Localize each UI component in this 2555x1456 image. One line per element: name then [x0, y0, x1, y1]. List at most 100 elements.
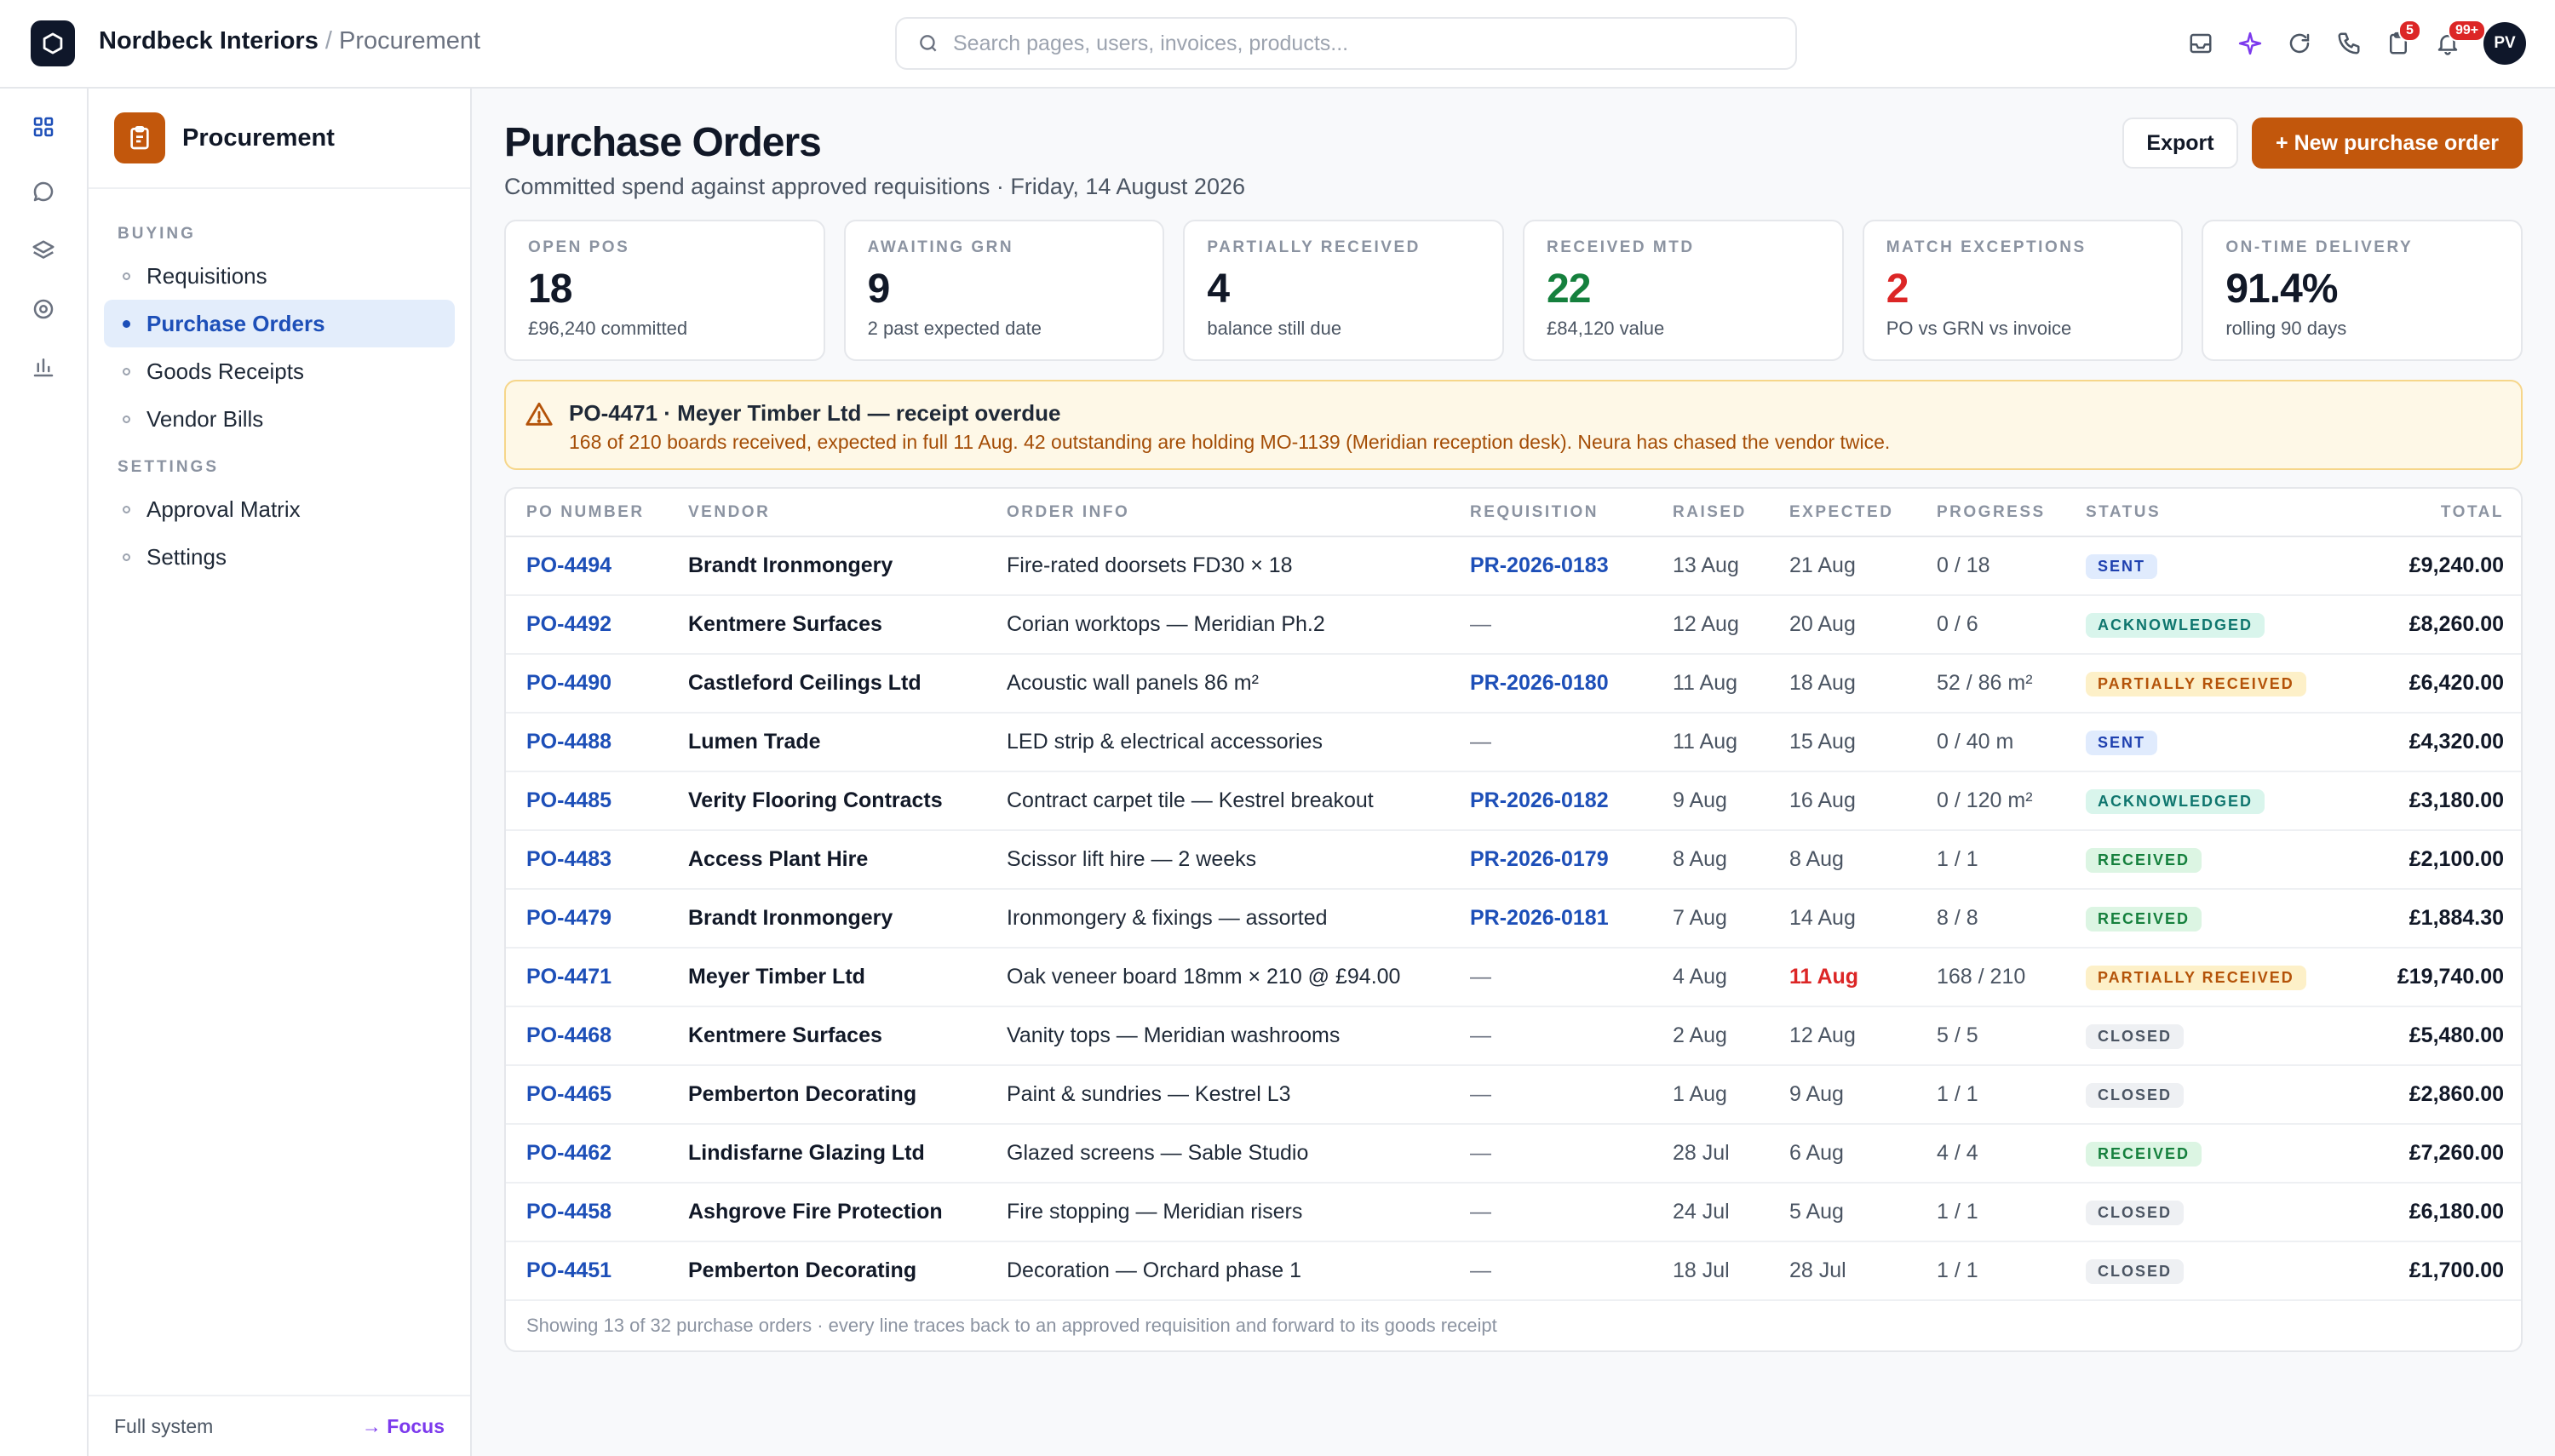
rail-target-icon[interactable] — [26, 291, 61, 327]
vendor-name[interactable]: Pemberton Decorating — [688, 1082, 916, 1106]
app-root: Nordbeck Interiors / Procurement 5 — [0, 0, 2555, 1456]
total-amount: £5,480.00 — [2409, 1023, 2504, 1047]
column-header-vendor[interactable]: VENDOR — [688, 489, 1007, 537]
status-badge: SENT — [2086, 554, 2158, 579]
app-logo[interactable] — [31, 20, 75, 66]
clipboard-icon[interactable]: 5 — [2385, 20, 2421, 57]
table-row[interactable]: PO-4490 Castleford Ceilings Ltd Acoustic w… — [506, 654, 2521, 714]
table-row[interactable]: PO-4483 Access Plant Hire Scissor lift hir… — [506, 830, 2521, 890]
column-header-order-info[interactable]: ORDER INFO — [1007, 489, 1470, 537]
progress-value: 8 / 8 — [1937, 906, 1978, 930]
vendor-name[interactable]: Verity Flooring Contracts — [688, 788, 943, 812]
table-row[interactable]: PO-4488 Lumen Trade LED strip & electrical… — [506, 713, 2521, 772]
column-header-raised[interactable]: RAISED — [1673, 489, 1789, 537]
column-header-po-number[interactable]: PO NUMBER — [506, 489, 688, 537]
vendor-name[interactable]: Castleford Ceilings Ltd — [688, 671, 922, 695]
po-number-link[interactable]: PO-4494 — [526, 553, 611, 577]
po-number-link[interactable]: PO-4485 — [526, 788, 611, 812]
vendor-name[interactable]: Lumen Trade — [688, 730, 821, 754]
table-row[interactable]: PO-4471 Meyer Timber Ltd Oak veneer board … — [506, 948, 2521, 1007]
sidebar-item-goods-receipts[interactable]: Goods Receipts — [104, 347, 455, 395]
requisition-link[interactable]: PR-2026-0182 — [1470, 788, 1609, 812]
requisition-link[interactable]: PR-2026-0181 — [1470, 906, 1609, 930]
breadcrumb-section[interactable]: Procurement — [339, 27, 480, 54]
kpi-card-awaiting-grn[interactable]: AWAITING GRN 9 2 past expected date — [843, 220, 1165, 361]
table-row[interactable]: PO-4465 Pemberton Decorating Paint & sundr… — [506, 1065, 2521, 1125]
focus-link[interactable]: → Focus — [362, 1415, 445, 1438]
new-purchase-order-button[interactable]: + New purchase order — [2252, 118, 2523, 169]
po-number-link[interactable]: PO-4451 — [526, 1258, 611, 1282]
table-row[interactable]: PO-4492 Kentmere Surfaces Corian worktops … — [506, 595, 2521, 655]
order-info: Contract carpet tile — Kestrel breakout — [1007, 788, 1374, 812]
po-number-link[interactable]: PO-4471 — [526, 965, 611, 989]
sidebar-item-purchase-orders[interactable]: Purchase Orders — [104, 300, 455, 347]
global-search[interactable] — [895, 17, 1797, 70]
po-number-link[interactable]: PO-4462 — [526, 1141, 611, 1165]
breadcrumb-app-name[interactable]: Nordbeck Interiors — [99, 27, 319, 54]
overdue-alert[interactable]: PO-4471 · Meyer Timber Ltd — receipt ove… — [504, 380, 2523, 470]
table-row[interactable]: PO-4479 Brandt Ironmongery Ironmongery & f… — [506, 889, 2521, 949]
sidebar-item-settings[interactable]: Settings — [104, 533, 455, 581]
kpi-card-on-time-delivery[interactable]: ON-TIME DELIVERY 91.4% rolling 90 days — [2202, 220, 2523, 361]
requisition-link[interactable]: PR-2026-0180 — [1470, 671, 1609, 695]
table-row[interactable]: PO-4451 Pemberton Decorating Decoration — … — [506, 1241, 2521, 1301]
kpi-card-open-pos[interactable]: OPEN POS 18 £96,240 committed — [504, 220, 825, 361]
rail-grid-icon[interactable] — [26, 109, 61, 145]
po-number-link[interactable]: PO-4479 — [526, 906, 611, 930]
requisition-link[interactable]: PR-2026-0183 — [1470, 553, 1609, 577]
kpi-card-received-mtd[interactable]: RECEIVED MTD 22 £84,120 value — [1523, 220, 1844, 361]
order-info: Oak veneer board 18mm × 210 @ £94.00 — [1007, 965, 1401, 989]
order-info: Scissor lift hire — 2 weeks — [1007, 847, 1257, 871]
phone-icon[interactable] — [2335, 30, 2363, 57]
search-input[interactable] — [953, 31, 1771, 56]
sidebar-item-vendor-bills[interactable]: Vendor Bills — [104, 395, 455, 443]
po-number-link[interactable]: PO-4465 — [526, 1082, 611, 1106]
rail-layers-icon[interactable] — [26, 233, 61, 269]
table-row[interactable]: PO-4462 Lindisfarne Glazing Ltd Glazed scr… — [506, 1124, 2521, 1184]
mode-label[interactable]: Full system — [114, 1415, 213, 1438]
kpi-card-match-exceptions[interactable]: MATCH EXCEPTIONS 2 PO vs GRN vs invoice — [1862, 220, 2184, 361]
vendor-name[interactable]: Kentmere Surfaces — [688, 612, 882, 636]
column-header-requisition[interactable]: REQUISITION — [1470, 489, 1673, 537]
column-header-progress[interactable]: PROGRESS — [1937, 489, 2086, 537]
vendor-name[interactable]: Brandt Ironmongery — [688, 553, 893, 577]
vendor-name[interactable]: Access Plant Hire — [688, 847, 868, 871]
order-info: Glazed screens — Sable Studio — [1007, 1141, 1309, 1165]
refresh-icon[interactable] — [2286, 30, 2313, 57]
bell-icon[interactable]: 99+ — [2434, 20, 2487, 57]
column-header-status[interactable]: STATUS — [2086, 489, 2335, 537]
requisition-empty: — — [1470, 1258, 1491, 1282]
kpi-card-partially-received[interactable]: PARTIALLY RECEIVED 4 balance still due — [1183, 220, 1505, 361]
rail-chart-icon[interactable] — [26, 349, 61, 385]
po-number-link[interactable]: PO-4468 — [526, 1023, 611, 1047]
vendor-name[interactable]: Ashgrove Fire Protection — [688, 1200, 943, 1224]
table-row[interactable]: PO-4458 Ashgrove Fire Protection Fire stop… — [506, 1183, 2521, 1242]
table-row[interactable]: PO-4485 Verity Flooring Contracts Contract… — [506, 771, 2521, 831]
user-avatar[interactable]: PV — [2483, 22, 2526, 65]
vendor-name[interactable]: Meyer Timber Ltd — [688, 965, 865, 989]
sidebar-section-buying: BUYING — [118, 225, 196, 243]
column-header-expected[interactable]: EXPECTED — [1789, 489, 1937, 537]
po-number-link[interactable]: PO-4492 — [526, 612, 611, 636]
table-row[interactable]: PO-4468 Kentmere Surfaces Vanity tops — Me… — [506, 1006, 2521, 1066]
sidebar-item-requisitions[interactable]: Requisitions — [104, 252, 455, 300]
vendor-name[interactable]: Pemberton Decorating — [688, 1258, 916, 1282]
order-info: Acoustic wall panels 86 m² — [1007, 671, 1259, 695]
table-row[interactable]: PO-4494 Brandt Ironmongery Fire-rated door… — [506, 536, 2521, 596]
vendor-name[interactable]: Brandt Ironmongery — [688, 906, 893, 930]
po-number-link[interactable]: PO-4458 — [526, 1200, 611, 1224]
vendor-name[interactable]: Lindisfarne Glazing Ltd — [688, 1141, 925, 1165]
sidebar-item-approval-matrix[interactable]: Approval Matrix — [104, 485, 455, 533]
requisition-link[interactable]: PR-2026-0179 — [1470, 847, 1609, 871]
po-number-link[interactable]: PO-4483 — [526, 847, 611, 871]
po-number-link[interactable]: PO-4488 — [526, 730, 611, 754]
inbox-icon[interactable] — [2187, 30, 2214, 57]
total-amount: £4,320.00 — [2409, 730, 2504, 754]
export-button[interactable]: Export — [2122, 118, 2238, 169]
sparkle-icon[interactable] — [2236, 30, 2264, 57]
po-number-link[interactable]: PO-4490 — [526, 671, 611, 695]
rail-chat-icon[interactable] — [26, 174, 61, 209]
column-header-total[interactable]: TOTAL — [2335, 489, 2521, 537]
vendor-name[interactable]: Kentmere Surfaces — [688, 1023, 882, 1047]
expected-date: 16 Aug — [1789, 788, 1856, 812]
